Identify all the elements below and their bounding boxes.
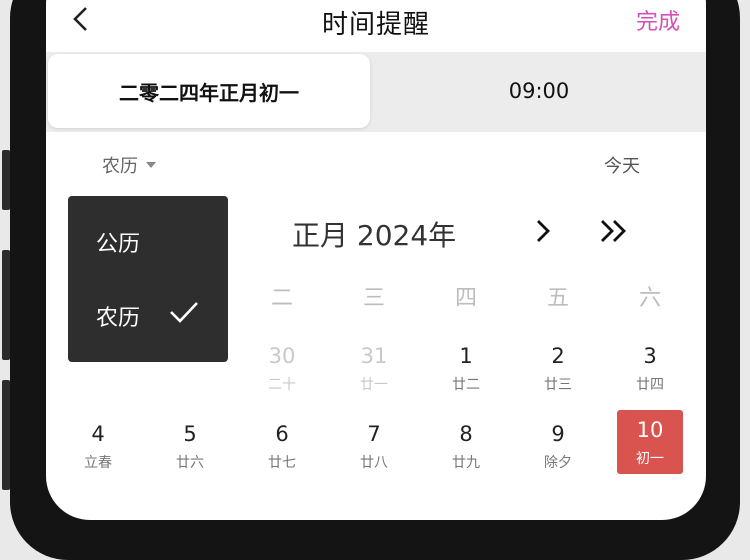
day-number: 4 bbox=[91, 422, 105, 446]
day-cell[interactable]: 3 廿四 bbox=[604, 336, 696, 406]
phone-volume-down-button bbox=[2, 380, 10, 490]
weekday-label: 六 bbox=[638, 286, 661, 311]
caret-down-icon bbox=[146, 162, 156, 168]
day-cell[interactable]: 30 二十 bbox=[236, 336, 328, 406]
day-number: 10 bbox=[636, 418, 664, 442]
day-cell[interactable]: 8 廿九 bbox=[420, 414, 512, 484]
calendar-type-label: 农历 bbox=[102, 156, 138, 177]
phone-volume-up-button bbox=[2, 250, 10, 360]
lunar-day-label: 初一 bbox=[636, 451, 664, 467]
day-cell[interactable]: 1 廿二 bbox=[420, 336, 512, 406]
lunar-day-label: 廿三 bbox=[544, 377, 572, 393]
day-number: 1 bbox=[459, 344, 473, 368]
month-title: 正月 2024年 bbox=[292, 219, 457, 252]
day-number: 2 bbox=[551, 344, 565, 368]
day-number: 8 bbox=[459, 422, 473, 446]
option-solar[interactable]: 公历 bbox=[96, 226, 140, 258]
weekday-label: 五 bbox=[546, 286, 569, 311]
lunar-day-label: 二十 bbox=[268, 377, 296, 393]
day-cell[interactable]: 4 立春 bbox=[52, 414, 144, 484]
day-number: 3 bbox=[643, 344, 657, 368]
phone-side-button bbox=[2, 150, 10, 210]
time-tab[interactable]: 09:00 bbox=[374, 54, 704, 128]
day-cell[interactable]: 5 廿六 bbox=[144, 414, 236, 484]
day-number: 30 bbox=[268, 344, 296, 368]
day-number: 31 bbox=[360, 344, 388, 368]
weekday-label: 三 bbox=[362, 286, 385, 311]
chevron-right-icon[interactable] bbox=[530, 218, 556, 244]
lunar-day-label: 廿九 bbox=[452, 455, 480, 471]
day-cell-selected[interactable]: 10 初一 bbox=[604, 410, 696, 480]
day-cell[interactable]: 9 除夕 bbox=[512, 414, 604, 484]
double-chevron-right-icon[interactable] bbox=[598, 218, 634, 244]
day-cell[interactable]: 2 廿三 bbox=[512, 336, 604, 406]
lunar-day-label: 廿一 bbox=[360, 377, 388, 393]
day-cell[interactable]: 31 廿一 bbox=[328, 336, 420, 406]
done-button[interactable]: 完成 bbox=[636, 4, 680, 36]
page-title: 时间提醒 bbox=[321, 10, 430, 40]
lunar-day-label: 廿二 bbox=[452, 377, 480, 393]
date-time-segment: 二零二四年正月初一 09:00 bbox=[46, 52, 706, 132]
date-tab[interactable]: 二零二四年正月初一 bbox=[48, 54, 370, 128]
today-button[interactable]: 今天 bbox=[604, 152, 640, 178]
day-cell[interactable]: 7 廿八 bbox=[328, 414, 420, 484]
phone-screen: 时间提醒 完成 二零二四年正月初一 09:00 农历 今天 正月 2024年 二… bbox=[46, 0, 706, 520]
day-number: 5 bbox=[183, 422, 197, 446]
lunar-day-label: 立春 bbox=[84, 455, 112, 471]
day-number: 6 bbox=[275, 422, 289, 446]
calendar-type-selector[interactable]: 农历 bbox=[102, 152, 156, 178]
lunar-day-label: 廿四 bbox=[636, 377, 664, 393]
lunar-day-label: 廿六 bbox=[176, 455, 204, 471]
day-number: 9 bbox=[551, 422, 565, 446]
day-cell[interactable]: 6 廿七 bbox=[236, 414, 328, 484]
day-number: 7 bbox=[367, 422, 381, 446]
lunar-day-label: 廿八 bbox=[360, 455, 388, 471]
checkmark-icon bbox=[168, 300, 200, 324]
weekday-label: 二 bbox=[270, 286, 293, 311]
weekday-label: 四 bbox=[454, 286, 477, 311]
lunar-day-label: 除夕 bbox=[544, 455, 572, 471]
option-lunar[interactable]: 农历 bbox=[96, 300, 140, 332]
lunar-day-label: 廿七 bbox=[268, 455, 296, 471]
calendar-type-dropdown: 公历 农历 bbox=[68, 196, 228, 362]
